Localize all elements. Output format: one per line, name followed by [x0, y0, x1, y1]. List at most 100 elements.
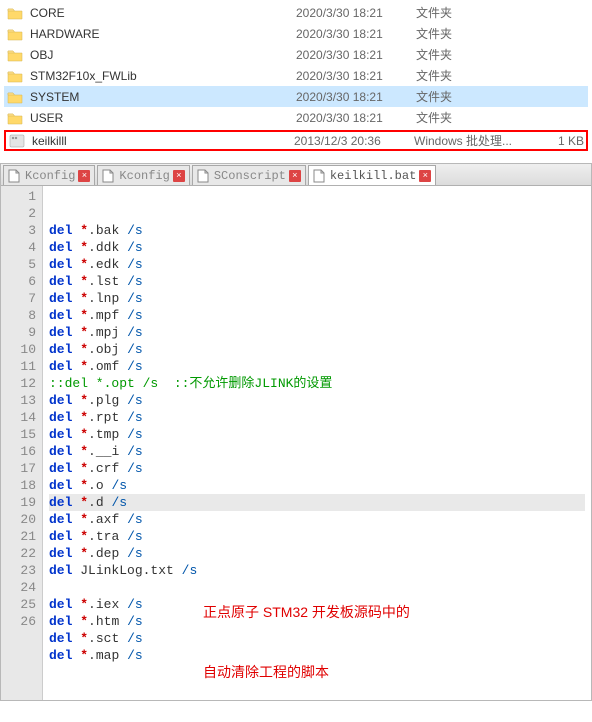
file-name: SYSTEM	[30, 90, 296, 104]
file-icon	[313, 169, 327, 183]
wildcard: *	[80, 512, 88, 527]
switch: /s	[127, 308, 143, 323]
folder-icon	[6, 110, 24, 126]
file-row[interactable]: USER2020/3/30 18:21文件夹	[4, 107, 588, 128]
editor-tab[interactable]: Kconfig×	[97, 165, 189, 185]
code-line[interactable]: del *.mpf /s	[49, 307, 585, 324]
switch: /s	[127, 257, 143, 272]
close-icon[interactable]: ×	[289, 170, 301, 182]
dot: .	[88, 274, 96, 289]
close-icon[interactable]: ×	[173, 170, 185, 182]
switch: /s	[127, 648, 143, 663]
dot: .	[88, 359, 96, 374]
folder-icon	[6, 89, 24, 105]
keyword: del	[49, 478, 72, 493]
wildcard: *	[80, 359, 88, 374]
dot: .	[88, 614, 96, 629]
keyword: del	[49, 631, 72, 646]
code-line[interactable]: del *.axf /s	[49, 511, 585, 528]
keyword: del	[49, 427, 72, 442]
bat-file-icon	[8, 133, 26, 149]
folder-icon	[6, 26, 24, 42]
code-line[interactable]: del *.d /s	[49, 494, 585, 511]
code-line[interactable]: del *.dep /s	[49, 545, 585, 562]
wildcard: *	[80, 257, 88, 272]
keyword: del	[49, 342, 72, 357]
close-icon[interactable]: ×	[78, 170, 90, 182]
dot: .	[88, 240, 96, 255]
wildcard: *	[80, 529, 88, 544]
editor-tab[interactable]: keilkill.bat×	[308, 165, 436, 185]
switch: /s	[127, 223, 143, 238]
switch: /s	[111, 495, 127, 510]
file-date: 2020/3/30 18:21	[296, 48, 416, 62]
file-type: 文件夹	[416, 109, 536, 126]
code-line[interactable]: del *.omf /s	[49, 358, 585, 375]
wildcard: *	[80, 308, 88, 323]
dot: .	[88, 308, 96, 323]
wildcard: *	[80, 410, 88, 425]
keyword: del	[49, 240, 72, 255]
file-size: 1 KB	[534, 134, 584, 148]
switch: /s	[127, 342, 143, 357]
editor-tab[interactable]: Kconfig×	[3, 165, 95, 185]
code-line[interactable]: del *.tra /s	[49, 528, 585, 545]
switch: /s	[127, 325, 143, 340]
code-line[interactable]: del *.crf /s	[49, 460, 585, 477]
annotation: 正点原子 STM32 开发板源码中的 自动清除工程的脚本	[203, 562, 410, 722]
keyword: del	[49, 257, 72, 272]
tab-label: SConscript	[214, 169, 286, 183]
code-line[interactable]: del *.obj /s	[49, 341, 585, 358]
code-line[interactable]: del *.edk /s	[49, 256, 585, 273]
file-row[interactable]: HARDWARE2020/3/30 18:21文件夹	[4, 23, 588, 44]
keyword: del	[49, 512, 72, 527]
wildcard: *	[80, 546, 88, 561]
code-line[interactable]: del *.plg /s	[49, 392, 585, 409]
wildcard: *	[80, 342, 88, 357]
wildcard: *	[80, 393, 88, 408]
code-line[interactable]: del *.rpt /s	[49, 409, 585, 426]
wildcard: *	[80, 325, 88, 340]
code-line[interactable]: del *.mpj /s	[49, 324, 585, 341]
dot: .	[88, 342, 96, 357]
code-line[interactable]: del *.tmp /s	[49, 426, 585, 443]
code-line[interactable]: del *.o /s	[49, 477, 585, 494]
switch: /s	[127, 529, 143, 544]
keyword: del	[49, 461, 72, 476]
file-row[interactable]: SYSTEM2020/3/30 18:21文件夹	[4, 86, 588, 107]
line-number: 12	[3, 375, 36, 392]
keyword: del	[49, 563, 72, 578]
keyword: del	[49, 223, 72, 238]
file-row[interactable]: keilkilll2013/12/3 20:36Windows 批处理...1 …	[4, 130, 588, 151]
keyword: del	[49, 410, 72, 425]
wildcard: *	[80, 461, 88, 476]
file-row[interactable]: OBJ2020/3/30 18:21文件夹	[4, 44, 588, 65]
wildcard: *	[80, 223, 88, 238]
code-line[interactable]: ::del *.opt /s ::不允许删除JLINK的设置	[49, 375, 585, 392]
line-number: 4	[3, 239, 36, 256]
dot: .	[88, 291, 96, 306]
ext: bak	[96, 223, 119, 238]
close-icon[interactable]: ×	[419, 170, 431, 182]
wildcard: *	[80, 274, 88, 289]
keyword: del	[49, 359, 72, 374]
code-area: 1234567891011121314151617181920212223242…	[1, 186, 591, 700]
code-line[interactable]: del *.lst /s	[49, 273, 585, 290]
file-row[interactable]: STM32F10x_FWLib2020/3/30 18:21文件夹	[4, 65, 588, 86]
keyword: del	[49, 393, 72, 408]
code-content: del *.bak /sdel *.ddk /sdel *.edk /sdel …	[43, 186, 591, 700]
code-line[interactable]: del *.__i /s	[49, 443, 585, 460]
code-line[interactable]: del *.lnp /s	[49, 290, 585, 307]
folder-icon	[6, 68, 24, 84]
file-row[interactable]: CORE2020/3/30 18:21文件夹	[4, 2, 588, 23]
editor-tab[interactable]: SConscript×	[192, 165, 306, 185]
dot: .	[88, 529, 96, 544]
code-line[interactable]: del *.bak /s	[49, 222, 585, 239]
keyword: del	[49, 546, 72, 561]
file-date: 2020/3/30 18:21	[296, 111, 416, 125]
dot: .	[88, 257, 96, 272]
switch: /s	[127, 614, 143, 629]
ext: plg	[96, 393, 119, 408]
code-line[interactable]: del *.ddk /s	[49, 239, 585, 256]
switch: /s	[127, 410, 143, 425]
